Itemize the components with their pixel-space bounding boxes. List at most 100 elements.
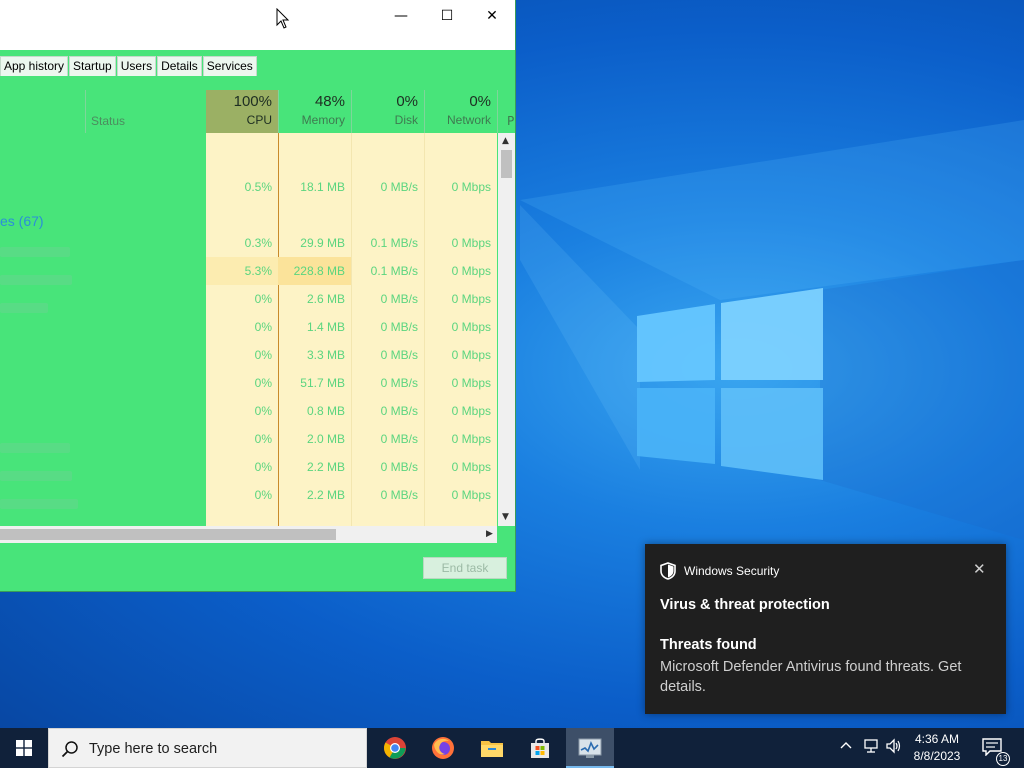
memory-cell: 2.6 MB	[306, 292, 345, 306]
network-cell: 0 Mbps	[451, 404, 491, 418]
table-row[interactable]: 0% 2.2 MB 0 MB/s 0 Mbps	[206, 481, 497, 509]
network-cell: 0 Mbps	[451, 460, 491, 474]
volume-icon[interactable]	[885, 738, 903, 758]
table-row[interactable]	[206, 201, 497, 229]
toast-app-name: Windows Security	[684, 564, 780, 578]
cpu-cell	[206, 201, 272, 229]
cpu-total: 100%	[233, 93, 272, 110]
column-header-truncated[interactable]: P	[507, 114, 514, 128]
column-header-status[interactable]: Status	[91, 114, 125, 128]
file-explorer-taskbar-button[interactable]	[468, 728, 516, 768]
store-taskbar-button[interactable]	[516, 728, 564, 768]
security-toast-notification[interactable]: Windows Security ✕ Virus & threat protec…	[645, 544, 1006, 714]
table-row[interactable]: 0% 2.2 MB 0 MB/s 0 Mbps	[206, 453, 497, 481]
network-cell: 0 Mbps	[451, 320, 491, 334]
table-row[interactable]: 5.3% 228.8 MB 0.1 MB/s 0 Mbps	[206, 257, 497, 285]
minimize-button[interactable]: —	[378, 0, 424, 32]
end-task-button[interactable]: End task	[423, 557, 507, 579]
disk-cell: 0 MB/s	[380, 180, 418, 194]
network-cell: 0 Mbps	[451, 180, 491, 194]
disk-total: 0%	[396, 93, 418, 110]
cpu-cell: 0%	[254, 376, 272, 390]
column-header-memory[interactable]: 48% Memory	[279, 90, 351, 133]
table-row[interactable]: 0% 51.7 MB 0 MB/s 0 Mbps	[206, 369, 497, 397]
horizontal-scroll-thumb[interactable]	[0, 529, 336, 540]
disk-cell: 0.1 MB/s	[370, 264, 418, 278]
network-cell: 0 Mbps	[451, 292, 491, 306]
show-hidden-icons-chevron-icon[interactable]	[840, 738, 852, 756]
disk-cell: 0 MB/s	[380, 376, 418, 390]
start-button[interactable]	[0, 728, 48, 768]
column-header-cpu[interactable]: 100% CPU	[206, 90, 278, 133]
chrome-icon	[384, 737, 406, 759]
column-header-network[interactable]: 0% Network	[425, 90, 497, 133]
task-manager-taskbar-button[interactable]	[566, 728, 614, 768]
search-placeholder: Type here to search	[89, 741, 218, 757]
column-separator	[497, 90, 498, 133]
cpu-label: CPU	[246, 113, 272, 127]
tab-startup[interactable]: Startup	[69, 56, 116, 76]
disk-cell: 0 MB/s	[380, 292, 418, 306]
tab-users[interactable]: Users	[116, 56, 157, 76]
clock-date: 8/8/2023	[913, 749, 961, 763]
table-row[interactable]: 0.3% 29.9 MB 0.1 MB/s 0 Mbps	[206, 229, 497, 257]
tab-app-history[interactable]: App history	[0, 56, 69, 76]
network-label: Network	[446, 113, 491, 127]
network-icon[interactable]	[862, 738, 880, 758]
close-icon[interactable]: ✕	[973, 560, 986, 578]
process-name-blurred	[0, 471, 72, 481]
search-box[interactable]: Type here to search	[48, 728, 367, 768]
taskbar: Type here to search 4:36 AM 8/8/2023 13	[0, 728, 1024, 768]
toast-body: Microsoft Defender Antivirus found threa…	[660, 659, 962, 695]
firefox-icon	[432, 737, 454, 759]
column-separator	[85, 90, 86, 133]
cpu-cell	[206, 145, 272, 173]
table-row[interactable]: 0% 2.6 MB 0 MB/s 0 Mbps	[206, 285, 497, 313]
maximize-button[interactable]: ☐	[424, 0, 470, 32]
memory-cell: 3.3 MB	[306, 348, 345, 362]
network-cell: 0 Mbps	[451, 488, 491, 502]
memory-cell: 29.9 MB	[300, 236, 345, 250]
process-list[interactable]: es (67) 0.5% 18.1 MB 0 MB/s 0 Mbps 0.3% 29.9 …	[0, 133, 497, 526]
group-label-background-processes[interactable]: es (67)	[0, 213, 44, 229]
clock[interactable]: 4:36 AM 8/8/2023	[904, 731, 970, 765]
table-row[interactable]: 0% 3.3 MB 0 MB/s 0 Mbps	[206, 341, 497, 369]
memory-cell: 228.8 MB	[293, 264, 345, 278]
search-icon	[61, 741, 78, 758]
process-name-blurred	[0, 247, 70, 257]
table-row[interactable]: 0.5% 18.1 MB 0 MB/s 0 Mbps	[206, 173, 497, 201]
tab-services[interactable]: Services	[202, 56, 257, 76]
disk-cell: 0 MB/s	[380, 348, 418, 362]
memory-cell: 51.7 MB	[300, 376, 345, 390]
memory-cell	[278, 201, 345, 229]
table-row[interactable]: 0% 0.8 MB 0 MB/s 0 Mbps	[206, 397, 497, 425]
firefox-taskbar-button[interactable]	[419, 728, 467, 768]
memory-cell: 2.0 MB	[306, 432, 345, 446]
table-row[interactable]: 0% 2.0 MB 0 MB/s 0 Mbps	[206, 425, 497, 453]
vertical-scrollbar[interactable]	[498, 133, 515, 526]
table-row[interactable]	[206, 145, 497, 173]
table-row[interactable]: 0% 1.4 MB 0 MB/s 0 Mbps	[206, 313, 497, 341]
scroll-up-icon[interactable]: ▲	[502, 136, 509, 146]
cpu-cell: 0.3%	[244, 236, 272, 250]
memory-cell: 2.2 MB	[306, 460, 345, 474]
disk-cell: 0 MB/s	[380, 404, 418, 418]
column-header-disk[interactable]: 0% Disk	[352, 90, 424, 133]
memory-total: 48%	[314, 93, 345, 110]
clock-time: 4:36 AM	[914, 732, 960, 746]
chrome-taskbar-button[interactable]	[371, 728, 419, 768]
scroll-right-icon[interactable]: ▶	[486, 529, 493, 539]
memory-cell	[278, 145, 345, 173]
close-button[interactable]: ✕	[469, 0, 515, 32]
memory-cell: 2.2 MB	[306, 488, 345, 502]
network-cell: 0 Mbps	[451, 432, 491, 446]
windows-logo-wallpaper	[637, 288, 823, 480]
network-cell: 0 Mbps	[451, 236, 491, 250]
vertical-scroll-thumb[interactable]	[501, 150, 512, 178]
cpu-cell: 0%	[254, 460, 272, 474]
toast-title: Virus & threat protection	[660, 597, 830, 613]
tab-details[interactable]: Details	[157, 56, 202, 76]
task-manager-window[interactable]: — ☐ ✕ App history Startup Users Details …	[0, 0, 516, 592]
scroll-down-icon[interactable]: ▼	[502, 512, 509, 522]
title-bar[interactable]: — ☐ ✕	[0, 0, 515, 50]
